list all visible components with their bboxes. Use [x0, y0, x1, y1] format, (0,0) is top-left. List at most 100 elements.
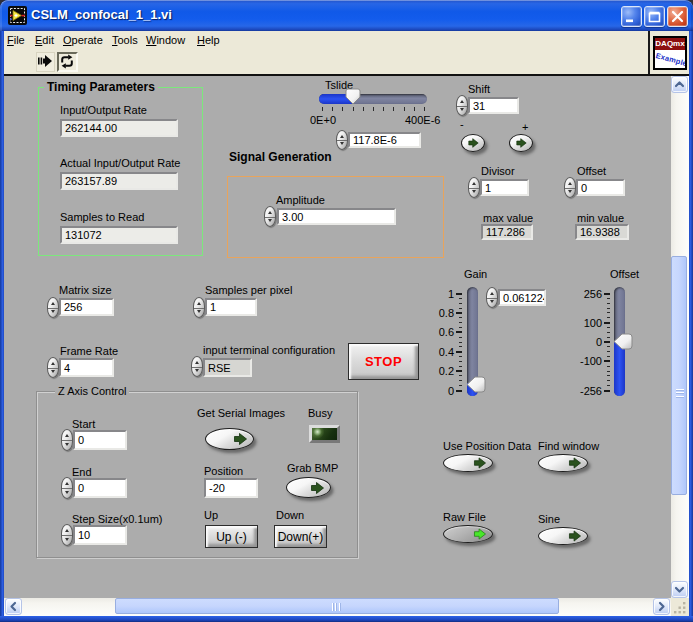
frame-rate-spinner[interactable] [47, 357, 59, 378]
offset-slider-thumb[interactable] [613, 333, 633, 350]
horizontal-scroll-thumb[interactable] [115, 598, 559, 614]
down-label: Down [276, 509, 304, 521]
menu-bar: File Edit Operate Tools Window Help [4, 31, 689, 50]
sine-arrow-icon [568, 530, 582, 542]
use-position-data-button[interactable] [443, 454, 493, 472]
start-field[interactable]: 0 [73, 430, 127, 450]
samples-to-read-label: Samples to Read [60, 211, 144, 223]
gain-minor-ticks [459, 293, 462, 391]
gain-tick-label: 1 [426, 288, 454, 300]
tslide-thumb[interactable] [345, 88, 361, 105]
shift-minus-button[interactable] [461, 134, 485, 152]
grab-bmp-label: Grab BMP [287, 462, 338, 474]
gain-tick-label: 0 [426, 385, 454, 397]
shift-spinner[interactable] [456, 95, 468, 116]
menu-window[interactable]: Window [146, 34, 185, 46]
close-icon [668, 7, 687, 26]
scroll-down-button[interactable] [671, 581, 688, 598]
stop-button[interactable]: STOP [348, 343, 419, 380]
offset-slider-fill [614, 342, 625, 396]
tslide-track[interactable] [319, 94, 427, 104]
samples-per-pixel-field[interactable]: 1 [205, 298, 257, 316]
down-button[interactable]: Down(+) [274, 525, 327, 548]
shift-plus-arrow-icon [516, 138, 527, 149]
amplitude-field[interactable]: 3.00 [277, 208, 396, 225]
start-label: Start [72, 418, 95, 430]
sine-label: Sine [538, 513, 560, 525]
step-size-spinner[interactable] [61, 524, 73, 546]
shift-plus-label: + [522, 121, 528, 133]
horizontal-scrollbar[interactable] [4, 598, 671, 616]
window-title: CSLM_confocal_1_1.vi [31, 7, 172, 22]
offset-slider-label: Offset [610, 268, 639, 280]
offset-tick-label: 100 [570, 317, 602, 329]
actual-rate-label: Actual Input/Output Rate [60, 157, 180, 169]
raw-file-button[interactable] [443, 525, 493, 543]
gain-tick [456, 351, 462, 353]
run-continuously-button[interactable] [57, 52, 78, 72]
end-spinner[interactable] [61, 477, 73, 499]
offset-num-field[interactable]: 0 [576, 179, 625, 196]
gain-slider-thumb[interactable] [466, 376, 486, 393]
grab-bmp-button[interactable] [286, 477, 331, 498]
maximize-button[interactable] [644, 6, 665, 27]
scroll-right-button[interactable] [653, 598, 670, 615]
input-terminal-field[interactable]: RSE [203, 358, 252, 377]
menu-tools[interactable]: Tools [112, 34, 138, 46]
min-value-field: 16.9388 [575, 224, 629, 240]
amplitude-label: Amplitude [276, 194, 325, 206]
io-rate-field: 262144.00 [60, 119, 178, 137]
actual-rate-field: 263157.89 [60, 172, 178, 190]
vertical-scroll-thumb[interactable] [671, 256, 687, 495]
input-terminal-spinner[interactable] [191, 356, 203, 377]
amplitude-spinner[interactable] [264, 206, 276, 227]
vi-icon-daqmx-label: DAQmx [655, 38, 685, 50]
matrix-size-spinner[interactable] [47, 297, 59, 318]
shift-plus-button[interactable] [509, 134, 533, 152]
close-button[interactable] [667, 6, 688, 27]
frame-rate-field[interactable]: 4 [59, 358, 114, 377]
samples-per-pixel-spinner[interactable] [193, 297, 205, 318]
sine-button[interactable] [538, 527, 588, 545]
find-window-button[interactable] [538, 454, 588, 472]
matrix-size-field[interactable]: 256 [59, 298, 114, 316]
frame-rate-label: Frame Rate [60, 345, 118, 357]
scroll-thumb-grip [676, 389, 684, 399]
scroll-left-button[interactable] [5, 598, 22, 615]
end-field[interactable]: 0 [73, 478, 127, 498]
gain-spinner[interactable] [486, 287, 498, 308]
menu-help[interactable]: Help [197, 34, 220, 46]
scroll-right-icon [654, 599, 669, 614]
minimize-button[interactable] [621, 6, 642, 27]
gain-field[interactable]: 0.061224 [498, 289, 546, 306]
use-position-arrow-icon [473, 457, 487, 469]
gain-tick [456, 331, 462, 333]
start-spinner[interactable] [61, 429, 73, 451]
shift-label: Shift [468, 83, 490, 95]
divisor-spinner[interactable] [468, 177, 480, 198]
divisor-field[interactable]: 1 [480, 179, 529, 196]
shift-minus-arrow-icon [468, 138, 479, 149]
tslide-ticks [322, 107, 425, 111]
up-button[interactable]: Up (-) [205, 525, 258, 548]
title-bar[interactable]: CSLM_confocal_1_1.vi [0, 0, 693, 31]
run-button[interactable] [36, 52, 55, 72]
toolbar [4, 50, 689, 74]
samples-to-read-field: 131072 [60, 226, 178, 244]
tslide-max-label: 400E-6 [405, 114, 440, 126]
offset-num-spinner[interactable] [564, 177, 576, 198]
tslide-value-field[interactable]: 117.8E-6 [348, 132, 421, 148]
resize-corner[interactable] [671, 598, 689, 616]
scroll-up-button[interactable] [671, 76, 688, 93]
menu-file[interactable]: File [7, 34, 25, 46]
menu-edit[interactable]: Edit [35, 34, 54, 46]
get-serial-images-button[interactable] [205, 428, 254, 450]
vertical-scrollbar[interactable] [671, 76, 689, 598]
tslide-spinner[interactable] [336, 130, 348, 150]
shift-field[interactable]: 31 [468, 97, 519, 114]
busy-label: Busy [308, 407, 332, 419]
menu-operate[interactable]: Operate [63, 34, 103, 46]
busy-led [309, 425, 340, 443]
tslide-min-label: 0E+0 [310, 114, 336, 126]
step-size-field[interactable]: 10 [73, 525, 127, 545]
